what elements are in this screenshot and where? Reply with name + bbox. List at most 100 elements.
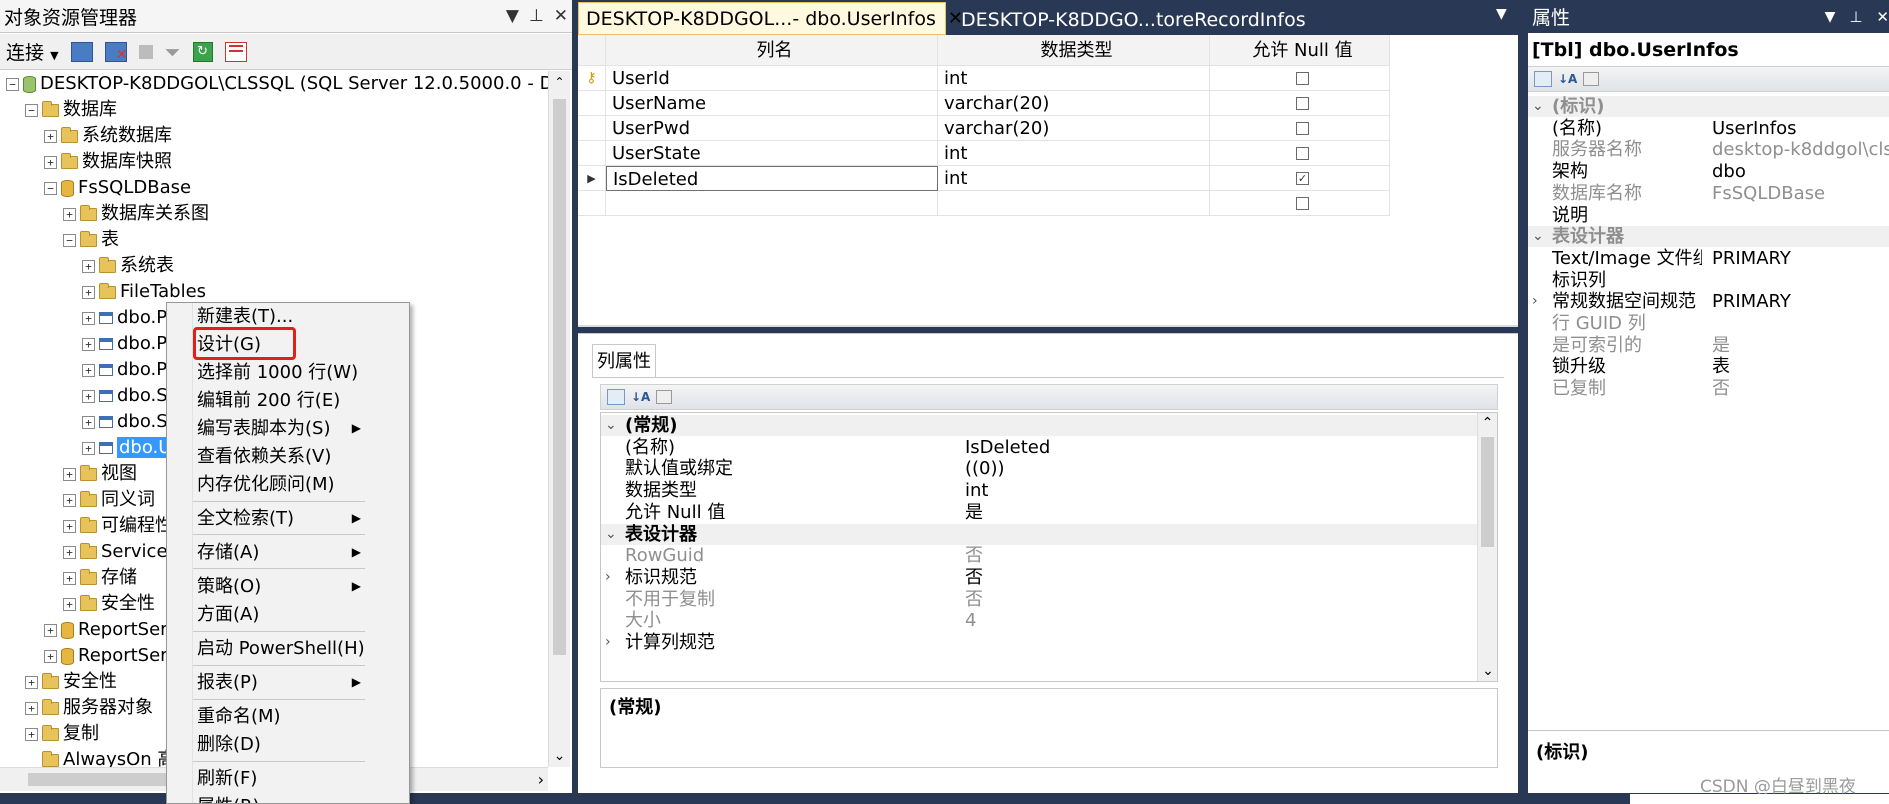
property-row[interactable]: 是可索引的 是	[1528, 335, 1889, 356]
column-property-row[interactable]: (名称) IsDeleted	[601, 437, 1477, 458]
column-property-row[interactable]: RowGuid 否	[601, 545, 1477, 566]
close-icon[interactable]: ✕	[554, 6, 568, 26]
tree-always-on[interactable]: +AlwaysOn 高	[25, 749, 175, 767]
tree-table-item[interactable]: + dbo.P	[82, 333, 167, 355]
tree-programmability[interactable]: + 可编程性	[63, 515, 173, 537]
pin-icon[interactable]: ⊥	[529, 6, 544, 26]
tab-store-record-infos[interactable]: DESKTOP-K8DDGO...toreRecordInfos	[954, 4, 1314, 35]
expand-icon[interactable]: ›	[1532, 291, 1546, 312]
tab-userinfos[interactable]: DESKTOP-K8DDGOL...- dbo.UserInfos ✕	[578, 2, 963, 35]
tree-system-tables[interactable]: + 系统表	[82, 255, 174, 277]
menu-memory-advisor[interactable]: 内存优化顾问(M)	[167, 473, 369, 496]
property-row[interactable]: ⌄ 表设计器	[1528, 226, 1889, 248]
menu-refresh[interactable]: 刷新(F)	[167, 767, 369, 790]
column-name-cell[interactable]: UserState	[606, 141, 938, 166]
tree-replication[interactable]: + 复制	[25, 723, 99, 745]
menu-fulltext[interactable]: 全文检索(T) ▶	[167, 507, 369, 530]
allow-null-checkbox[interactable]	[1296, 97, 1309, 110]
scroll-down-arrow[interactable]: ⌄	[1478, 661, 1497, 681]
column-property-row[interactable]: 允许 Null 值 是	[601, 502, 1477, 523]
dropdown-icon[interactable]: ▼	[1825, 9, 1836, 25]
tree-system-databases[interactable]: + 系统数据库	[44, 125, 172, 147]
row-selector[interactable]	[578, 141, 606, 166]
allow-null-checkbox[interactable]: ✓	[1296, 172, 1309, 185]
allow-null-checkbox[interactable]	[1296, 197, 1309, 210]
pin-icon[interactable]: ⊥	[1849, 8, 1862, 26]
menu-edit-top[interactable]: 编辑前 200 行(E)	[167, 389, 369, 412]
row-selector[interactable]	[578, 191, 606, 216]
tree-security[interactable]: + 安全性	[25, 671, 117, 693]
scroll-down-arrow[interactable]: ⌄	[549, 745, 570, 767]
property-row[interactable]: Text/Image 文件组 PRIMARY	[1528, 248, 1889, 269]
row-selector[interactable]: ⚷	[578, 66, 606, 91]
column-property-row[interactable]: › 标识规范 否	[601, 567, 1477, 588]
tab-overflow-icon[interactable]: ▼	[1496, 6, 1507, 22]
tree-db-diagrams[interactable]: + 数据库关系图	[63, 203, 209, 225]
data-type-cell[interactable]: int	[938, 66, 1210, 91]
expand-icon[interactable]: ⌄	[605, 415, 619, 436]
property-row[interactable]: 服务器名称 desktop-k8ddgol\cls	[1528, 139, 1889, 160]
expand-icon[interactable]: ⌄	[605, 524, 619, 545]
allow-null-checkbox[interactable]	[1296, 122, 1309, 135]
row-selector[interactable]	[578, 116, 606, 141]
tree-security-db[interactable]: + 安全性	[63, 593, 155, 615]
row-selector[interactable]: ▶	[578, 166, 606, 191]
column-property-row[interactable]: 大小 4	[601, 610, 1477, 631]
data-type-cell[interactable]: varchar(20)	[938, 91, 1210, 116]
tab-column-properties[interactable]: 列属性	[592, 344, 656, 378]
expand-icon[interactable]: ›	[605, 567, 619, 588]
property-row[interactable]: 锁升级 表	[1528, 356, 1889, 377]
scroll-right-arrow[interactable]: ›	[538, 768, 544, 792]
menu-rename[interactable]: 重命名(M)	[167, 705, 369, 728]
connect-icon[interactable]	[70, 41, 93, 62]
menu-powershell[interactable]: 启动 PowerShell(H)	[167, 637, 369, 660]
tree-server-objects[interactable]: + 服务器对象	[25, 697, 153, 719]
scroll-up-arrow[interactable]: ⌃	[1478, 413, 1497, 433]
explorer-vscrollbar[interactable]: ⌃ ⌄	[548, 71, 570, 767]
menu-script-as[interactable]: 编写表脚本为(S) ▶	[167, 417, 369, 440]
property-row[interactable]: 说明	[1528, 205, 1889, 226]
tree-report-server[interactable]: + ReportSer	[44, 619, 168, 641]
expand-icon[interactable]: ›	[605, 632, 619, 653]
allow-null-checkbox[interactable]	[1296, 72, 1309, 85]
column-name-cell[interactable]: UserPwd	[606, 116, 938, 141]
tree-filetables[interactable]: + FileTables	[82, 281, 206, 303]
scroll-up-arrow[interactable]: ⌃	[549, 71, 570, 93]
property-row[interactable]: (名称) UserInfos	[1528, 118, 1889, 139]
column-property-row[interactable]: 数据类型 int	[601, 480, 1477, 501]
scrollbar-thumb[interactable]	[28, 773, 168, 786]
properties-object-selector[interactable]: [Tbl] dbo.UserInfos	[1532, 35, 1889, 65]
tree-server[interactable]: − DESKTOP-K8DDGOL\CLSSQL (SQL Server 12.0…	[6, 73, 550, 95]
data-type-cell[interactable]	[938, 191, 1210, 216]
sort-az-icon[interactable]: ↓A	[631, 390, 650, 404]
tree-fs-database[interactable]: − FsSQLDBase	[44, 177, 191, 199]
column-property-row[interactable]: › 计算列规范	[601, 632, 1477, 653]
close-icon[interactable]: ✕	[1876, 8, 1889, 26]
property-row[interactable]: 数据库名称 FsSQLDBase	[1528, 183, 1889, 204]
data-type-cell[interactable]: int	[938, 141, 1210, 166]
tree-databases[interactable]: − 数据库	[25, 99, 117, 121]
data-type-cell[interactable]: varchar(20)	[938, 116, 1210, 141]
property-pages-icon[interactable]	[1583, 72, 1600, 86]
tree-table-item[interactable]: + dbo.P	[82, 307, 167, 329]
column-property-row[interactable]: ⌄ 表设计器	[601, 523, 1477, 545]
property-row[interactable]: › 常规数据空间规范 PRIMARY	[1528, 291, 1889, 312]
scrollbar-thumb[interactable]	[1481, 437, 1494, 547]
categorized-icon[interactable]	[607, 389, 625, 405]
menu-reports[interactable]: 报表(P) ▶	[167, 671, 369, 694]
data-type-cell[interactable]: int	[938, 166, 1210, 191]
categorized-icon[interactable]	[1534, 71, 1552, 87]
tree-report-server-temp[interactable]: + ReportSer	[44, 645, 168, 667]
scrollbar-thumb[interactable]	[553, 99, 566, 655]
tree-tables[interactable]: − 表	[63, 229, 119, 251]
allow-null-checkbox[interactable]	[1296, 147, 1309, 160]
activity-monitor-icon[interactable]	[224, 41, 247, 62]
expand-icon[interactable]: ⌄	[1532, 226, 1546, 247]
tree-views[interactable]: + 视图	[63, 463, 137, 485]
tree-synonyms[interactable]: + 同义词	[63, 489, 155, 511]
menu-delete[interactable]: 删除(D)	[167, 733, 369, 756]
property-pages-icon[interactable]	[656, 390, 673, 404]
column-name-cell[interactable]	[606, 191, 938, 216]
menu-properties[interactable]: 属性(R)	[167, 795, 369, 803]
menu-select-top[interactable]: 选择前 1000 行(W)	[167, 361, 369, 384]
